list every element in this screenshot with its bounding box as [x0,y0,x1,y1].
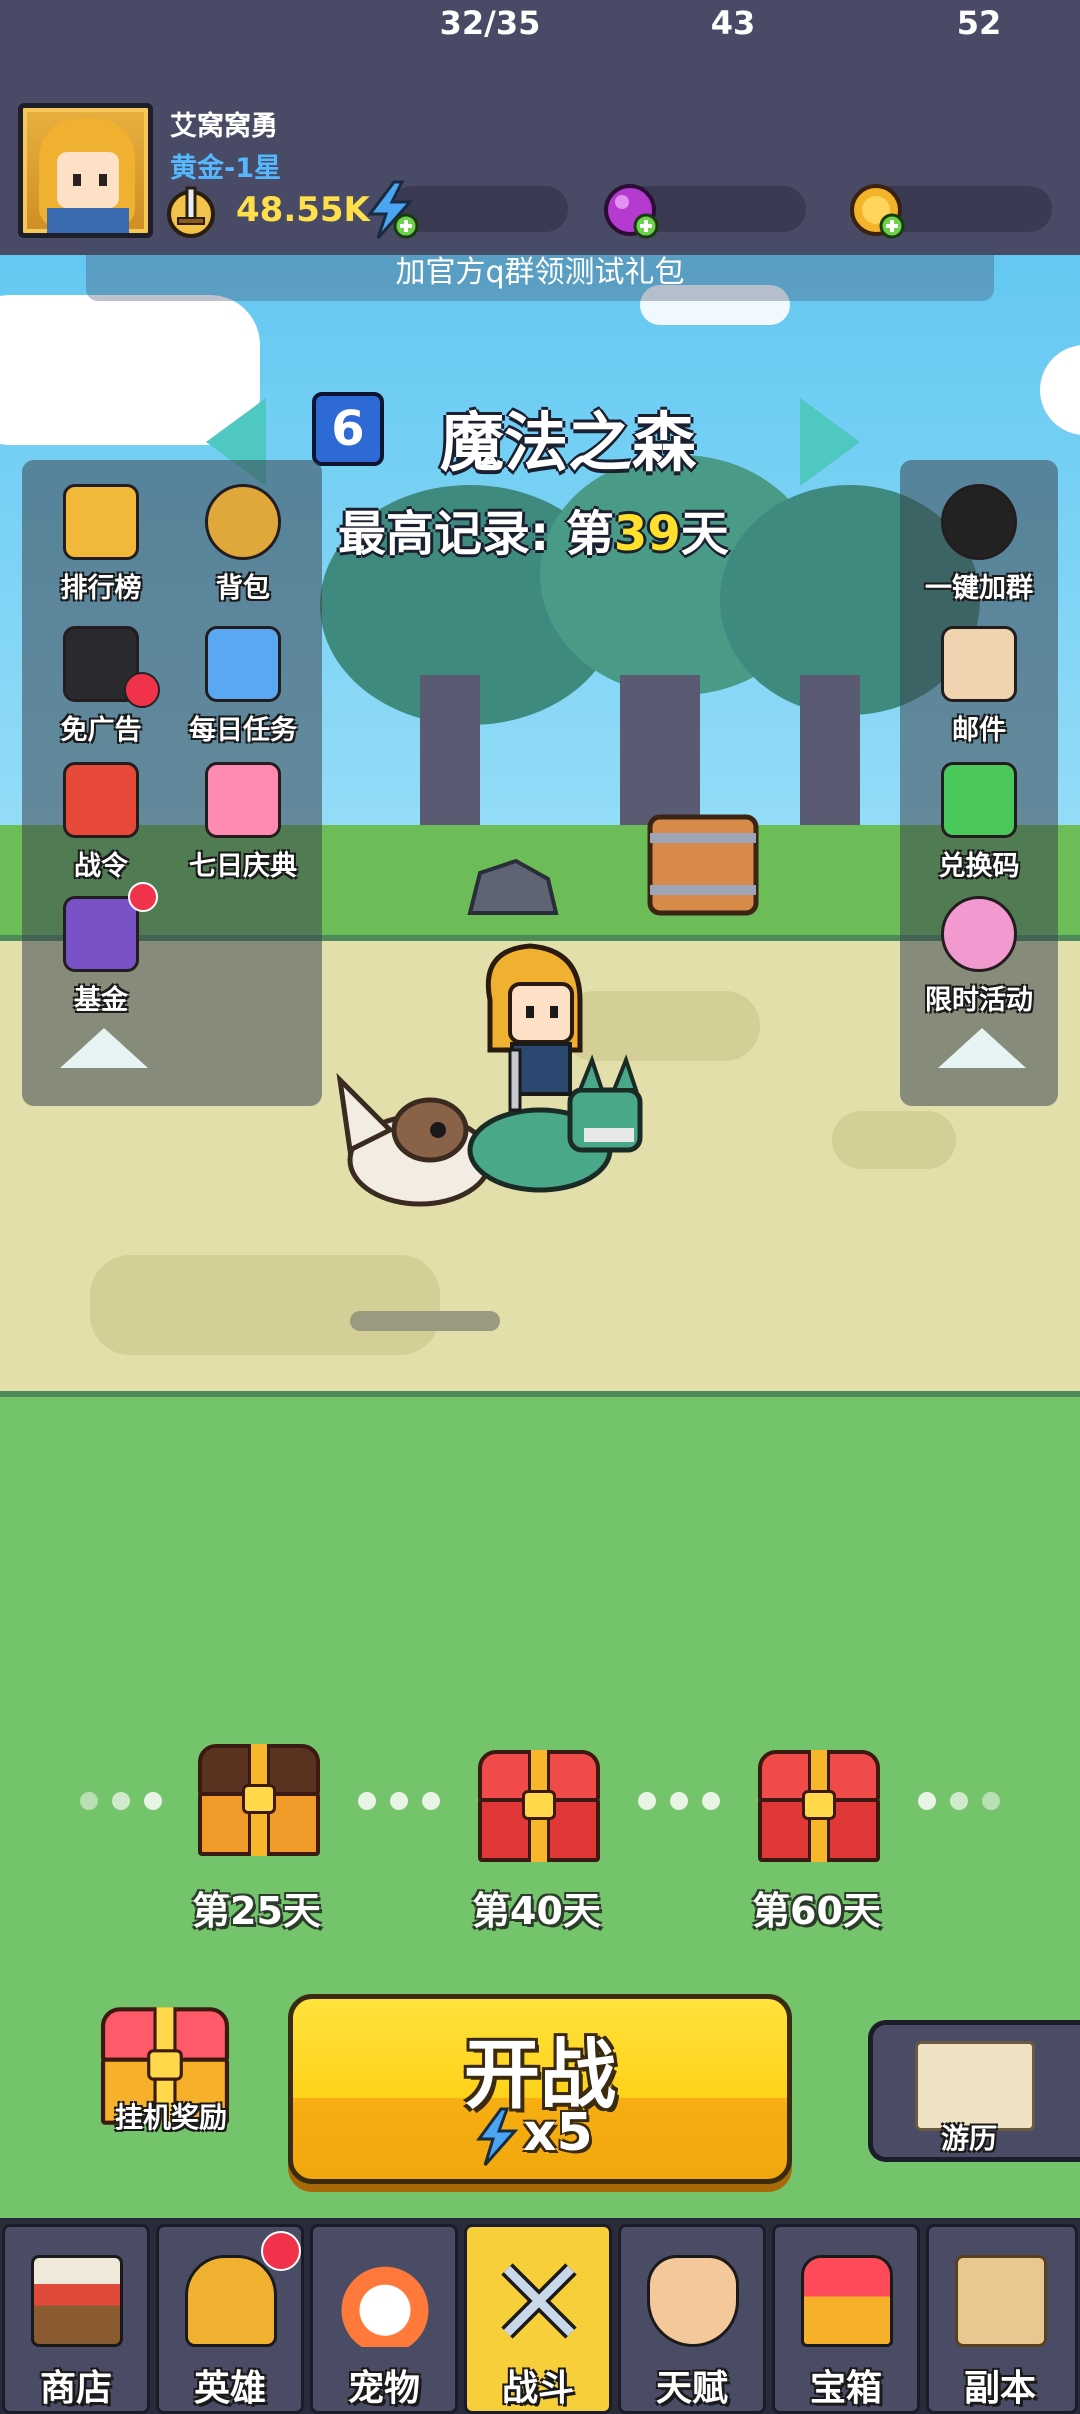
sword-power-icon [167,186,215,238]
fund-badge [128,882,158,912]
milestone-label-40: 第40天 [472,1889,601,1933]
join-group-button[interactable]: 一键加群 [904,484,1054,614]
shop-icon [31,2255,123,2347]
milestone-label-60: 第60天 [752,1889,881,1933]
hero-character [485,943,583,1112]
backpack-icon [205,484,281,560]
energy-value: 32/35 [439,4,541,42]
battle-pass-icon [63,762,139,838]
hero-icon [185,2255,277,2347]
nav-dungeon[interactable]: 副本 [926,2224,1078,2414]
treasure-chest-icon [801,2255,893,2347]
nav-battle[interactable]: 战斗 [464,2224,612,2414]
add-coin-icon[interactable] [846,180,908,240]
add-energy-icon[interactable] [362,180,420,240]
limited-event-button[interactable]: 限时活动 [904,896,1054,1026]
fund-button[interactable]: 基金 [26,882,176,1026]
add-gem-icon[interactable] [600,180,662,240]
milestone-chest-40[interactable] [478,1750,600,1862]
nav-talent[interactable]: 天赋 [618,2224,766,2414]
promo-banner[interactable]: 加官方q群领测试礼包 [86,245,994,301]
best-record-day: 39 [613,506,681,562]
seven-day-gift-button[interactable]: 七日庆典 [168,762,318,892]
hero-badge [261,2231,301,2271]
dungeon-map-icon [955,2255,1047,2347]
start-battle-cost: x5 [523,2103,593,2163]
idle-reward-button[interactable]: 挂机奖励 [96,2007,246,2140]
nav-pet[interactable]: 宠物 [310,2224,458,2414]
energy-bolt-icon [476,2107,519,2166]
leaderboard-button[interactable]: 排行榜 [26,484,176,614]
gem-value: 43 [710,4,756,42]
talent-icon [647,2255,739,2347]
fund-safe-icon [63,896,139,972]
collapse-right-menu-chevron[interactable] [938,1028,1026,1068]
nav-chest[interactable]: 宝箱 [772,2224,920,2414]
gacha-machine-icon [941,896,1017,972]
stage-number: 6 [312,392,384,466]
crossed-swords-icon [501,2263,577,2339]
next-stage-arrow[interactable] [800,398,860,486]
rock [467,858,559,915]
daily-quest-button[interactable]: 每日任务 [168,626,318,756]
player-avatar[interactable] [18,103,153,238]
leaderboard-icon [63,484,139,560]
power-value: 48.55K [236,190,370,230]
milestone-chest-25[interactable] [198,1744,320,1856]
barrel [647,814,759,916]
travel-button[interactable]: 游历 [868,2020,1080,2162]
player-name: 艾窝窝勇 [170,111,278,142]
redeem-code-icon [941,762,1017,838]
redeem-code-button[interactable]: 兑换码 [904,762,1054,892]
milestone-chest-60[interactable] [758,1750,880,1862]
milestone-label-25: 第25天 [192,1889,321,1933]
player-rank: 黄金-1星 [170,153,281,184]
daily-quest-icon [205,626,281,702]
battle-pass-button[interactable]: 战令 [26,762,176,892]
coin-value: 52 [956,4,1002,42]
mail-button[interactable]: 邮件 [904,626,1054,756]
start-battle-button[interactable]: 开战 x5 [288,1994,792,2184]
no-ads-button[interactable]: 免广告 [26,626,176,756]
nav-hero[interactable]: 英雄 [156,2224,304,2414]
nav-shop[interactable]: 商店 [2,2224,150,2414]
collapse-left-menu-chevron[interactable] [60,1028,148,1068]
mail-scroll-icon [941,626,1017,702]
qq-penguin-icon [941,484,1017,560]
pet-icon [339,2255,431,2347]
best-record: 最高记录: 第39天 [338,506,729,562]
backpack-button[interactable]: 背包 [168,484,318,614]
seven-day-gift-icon [205,762,281,838]
stage-name: 魔法之森 [440,407,696,481]
